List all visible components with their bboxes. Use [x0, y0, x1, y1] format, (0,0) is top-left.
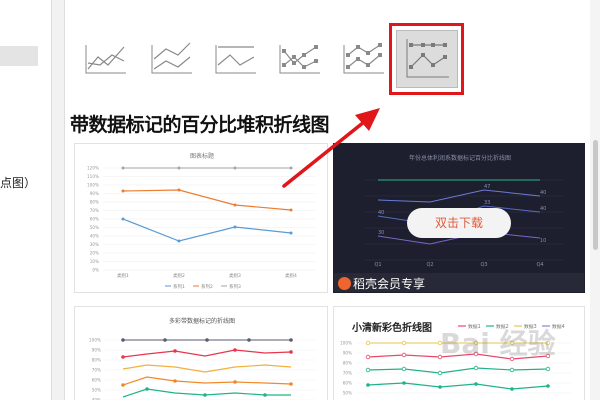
chart-picker-dialog: 点图） 带数据标记的百分比堆积折线图 图表标题 120% 110% 100% 9… — [0, 0, 600, 400]
watermark-logo: Bai 经验 — [440, 327, 556, 360]
